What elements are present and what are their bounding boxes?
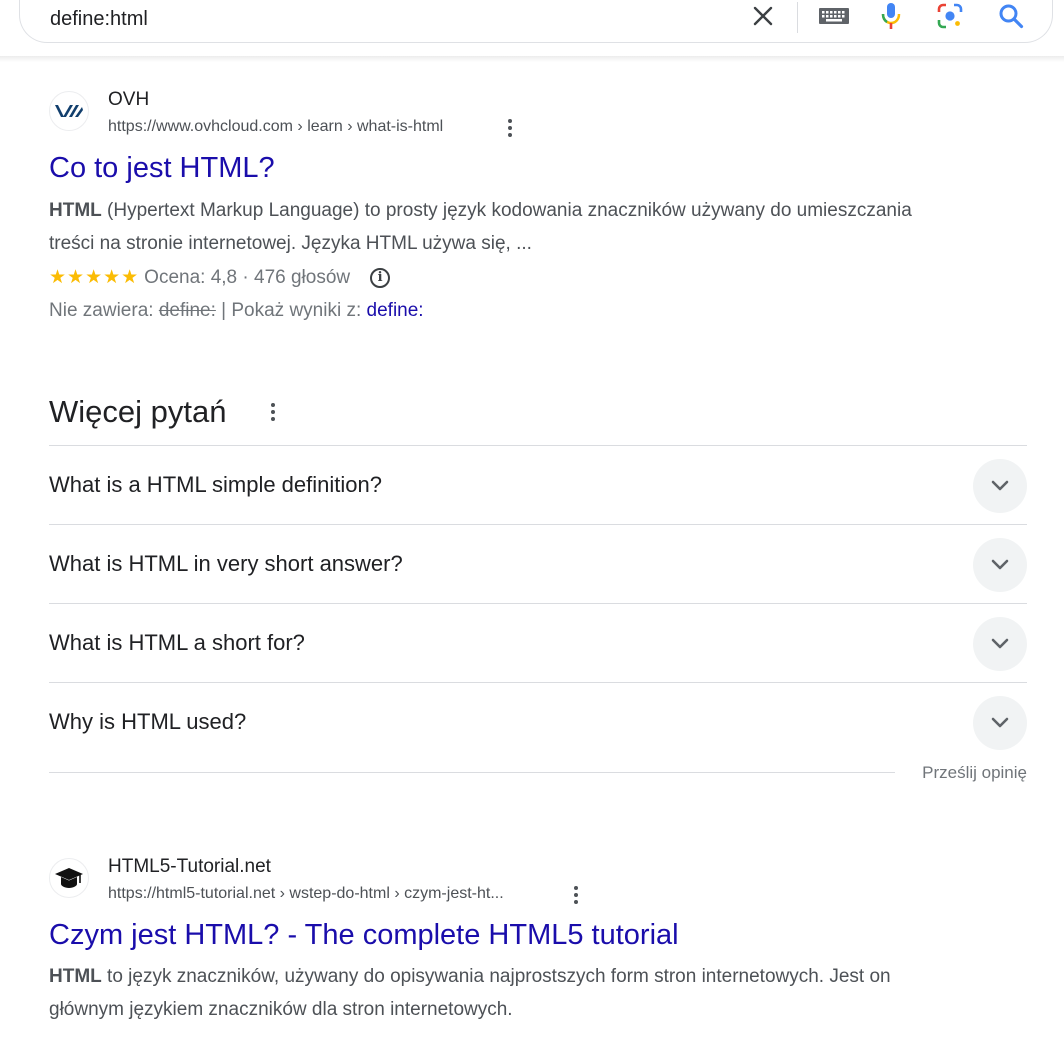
search-input[interactable]: define:html (50, 8, 148, 31)
paa-question-text: What is HTML in very short answer? (49, 551, 403, 576)
lens-icon[interactable] (934, 0, 966, 32)
missing-label: Nie zawiera: (49, 300, 159, 321)
paa-divider (49, 772, 895, 773)
result-snippet: HTML to język znaczników, używany do opi… (49, 960, 919, 1026)
more-vert-icon[interactable] (263, 400, 283, 424)
site-url[interactable]: https://www.ovhcloud.com › learn › what-… (108, 118, 443, 136)
keyboard-icon[interactable] (817, 0, 851, 32)
more-vert-icon[interactable] (566, 883, 586, 907)
paa-question-text: Why is HTML used? (49, 709, 247, 734)
missing-term: define: (158, 300, 216, 321)
feedback-link[interactable]: Prześlij opinię (922, 763, 1027, 783)
snippet-text: to język znaczników, używany do opisywan… (49, 966, 891, 1020)
rating-text: Ocena: 4,8 · 476 głosów (144, 266, 351, 288)
paa-question[interactable]: Why is HTML used? (49, 682, 1027, 761)
search-bar: define:html (19, 0, 1053, 43)
rating-row: ★★★★★ Ocena: 4,8 · 476 głosów i (49, 266, 391, 289)
result-title[interactable]: Czym jest HTML? - The complete HTML5 tut… (49, 919, 679, 952)
show-results-link[interactable]: define: (367, 300, 424, 321)
paa-question-text: What is a HTML simple definition? (49, 472, 382, 497)
result-snippet: HTML (Hypertext Markup Language) to pros… (49, 194, 949, 260)
search-result: HTML5-Tutorial.net https://html5-tutoria… (49, 856, 1029, 1038)
close-icon[interactable] (747, 0, 779, 32)
site-name[interactable]: HTML5-Tutorial.net (108, 856, 271, 878)
graduation-cap-icon[interactable] (49, 858, 89, 898)
search-result: OVH https://www.ovhcloud.com › learn › w… (49, 89, 1029, 331)
chevron-down-icon[interactable] (973, 459, 1027, 513)
header-shadow (0, 56, 1064, 62)
microphone-icon[interactable] (875, 0, 907, 32)
chevron-down-icon[interactable] (973, 696, 1027, 750)
search-icon[interactable] (995, 0, 1027, 32)
rating-stars: ★★★★★ (49, 267, 140, 288)
paa-question[interactable]: What is a HTML simple definition? (49, 445, 1027, 524)
paa-question[interactable]: What is HTML a short for? (49, 603, 1027, 682)
site-name[interactable]: OVH (108, 89, 149, 111)
chevron-down-icon[interactable] (973, 538, 1027, 592)
show-results-label: | Pokaż wyniki z: (215, 300, 367, 321)
missing-terms-row: Nie zawiera: define: | Pokaż wyniki z: d… (49, 300, 424, 322)
site-favicon[interactable] (49, 91, 89, 131)
snippet-bold: HTML (49, 200, 102, 221)
paa-question-text: What is HTML a short for? (49, 630, 305, 655)
site-url[interactable]: https://html5-tutorial.net › wstep-do-ht… (108, 885, 504, 903)
paa-title: Więcej pytań (49, 394, 227, 429)
snippet-bold: HTML (49, 966, 102, 987)
info-icon[interactable]: i (370, 267, 391, 288)
chevron-down-icon[interactable] (973, 617, 1027, 671)
result-title[interactable]: Co to jest HTML? (49, 152, 275, 185)
search-divider (797, 2, 798, 33)
more-vert-icon[interactable] (500, 116, 520, 140)
paa-question[interactable]: What is HTML in very short answer? (49, 524, 1027, 603)
snippet-text: (Hypertext Markup Language) to prosty ję… (49, 200, 912, 254)
